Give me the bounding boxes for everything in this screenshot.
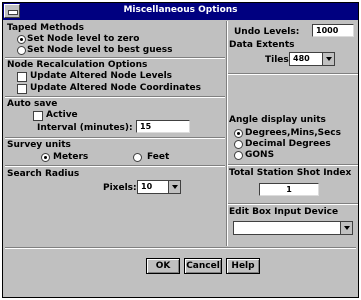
autosave-active-label: Active xyxy=(46,110,78,120)
update-node-coordinates-label: Update Altered Node Coordinates xyxy=(30,83,201,93)
edit-box-device-select[interactable] xyxy=(233,221,353,235)
chevron-down-icon xyxy=(172,185,178,189)
survey-units-heading: Survey units xyxy=(7,140,71,150)
search-radius-pixels-label: Pixels: xyxy=(103,183,137,193)
dropdown-arrow-button[interactable] xyxy=(168,181,180,193)
title-bar: Miscellaneous Options xyxy=(3,3,358,20)
update-node-levels-label: Update Altered Node Levels xyxy=(30,71,173,81)
radio-feet-label: Feet xyxy=(147,152,170,162)
radio-meters[interactable] xyxy=(41,153,50,162)
radio-degrees-mins-secs-label: Degrees,Mins,Secs xyxy=(245,128,341,138)
autosave-interval-label: Interval (minutes): xyxy=(37,123,133,133)
target-methods-heading: Taped Methods xyxy=(7,23,84,33)
radio-set-node-best-guess-label: Set Node level to best guess xyxy=(27,45,173,55)
help-button[interactable]: Help xyxy=(226,258,260,274)
autosave-interval-input[interactable]: 15 xyxy=(136,120,190,133)
divider xyxy=(5,137,225,139)
column-separator xyxy=(226,21,228,246)
total-station-input[interactable]: 1 xyxy=(259,183,319,196)
radio-gons[interactable] xyxy=(234,151,243,160)
divider xyxy=(228,203,358,205)
search-radius-pixels-value: 10 xyxy=(141,182,153,191)
divider xyxy=(228,73,358,75)
divider xyxy=(5,96,225,98)
search-radius-heading: Search Radius xyxy=(7,169,80,179)
dropdown-arrow-button[interactable] xyxy=(340,222,352,234)
data-extents-heading: Data Extents xyxy=(229,40,295,50)
total-station-heading: Total Station Shot Index xyxy=(229,168,352,178)
dropdown-arrow-button[interactable] xyxy=(322,53,334,65)
options-dialog: Miscellaneous Options Taped Methods Set … xyxy=(2,2,359,298)
divider xyxy=(228,164,358,166)
tiles-select[interactable]: 480 xyxy=(289,52,335,66)
search-radius-pixels-select[interactable]: 10 xyxy=(137,180,181,194)
undo-levels-label: Undo Levels: xyxy=(234,27,300,37)
undo-levels-input[interactable]: 1000 xyxy=(312,24,354,37)
window-title: Miscellaneous Options xyxy=(123,5,238,15)
divider xyxy=(5,247,356,249)
radio-decimal-degrees-label: Decimal Degrees xyxy=(245,139,331,149)
ok-button[interactable]: OK xyxy=(146,258,180,274)
autosave-heading: Auto save xyxy=(7,99,58,109)
radio-set-node-zero[interactable] xyxy=(17,35,26,44)
divider xyxy=(5,165,225,167)
edit-box-heading: Edit Box Input Device xyxy=(229,207,339,217)
tiles-value: 480 xyxy=(293,54,310,63)
radio-gons-label: GONS xyxy=(245,150,275,160)
radio-decimal-degrees[interactable] xyxy=(234,140,243,149)
chevron-down-icon xyxy=(344,226,350,230)
checkbox-update-node-levels[interactable] xyxy=(17,72,27,82)
radio-degrees-mins-secs[interactable] xyxy=(234,129,243,138)
radio-feet[interactable] xyxy=(133,153,142,162)
checkbox-update-node-coordinates[interactable] xyxy=(17,84,27,94)
node-recalc-heading: Node Recalculation Options xyxy=(7,60,148,70)
radio-meters-label: Meters xyxy=(53,152,89,162)
radio-set-node-best-guess[interactable] xyxy=(17,46,26,55)
angle-units-heading: Angle display units xyxy=(229,115,326,125)
divider xyxy=(5,57,225,59)
checkbox-autosave-active[interactable] xyxy=(33,111,43,121)
chevron-down-icon xyxy=(326,57,332,61)
radio-set-node-zero-label: Set Node level to zero xyxy=(27,34,140,44)
cancel-button[interactable]: Cancel xyxy=(184,258,222,274)
